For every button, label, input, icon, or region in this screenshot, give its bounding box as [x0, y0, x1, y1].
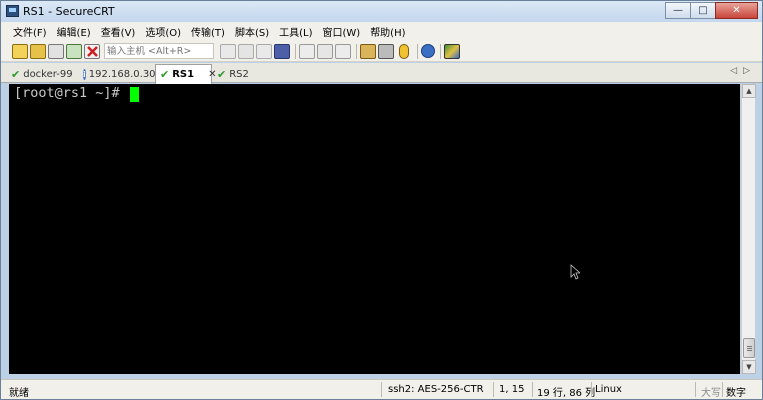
copy-paste-icon[interactable]	[256, 43, 272, 59]
log-session-icon[interactable]	[335, 43, 351, 59]
check-icon: ✔	[217, 67, 227, 81]
tab-label: docker-99	[23, 68, 73, 80]
window-controls: — □ ✕	[665, 2, 758, 19]
tab-scroll-arrows: ◁▷	[730, 66, 756, 76]
thumb-grip	[747, 346, 752, 347]
scroll-down-icon[interactable]: ▼	[742, 360, 756, 374]
menu-script[interactable]: 脚本(S)	[235, 24, 269, 39]
status-separator	[493, 382, 494, 397]
tab-scroll-left-icon[interactable]: ◁	[730, 66, 743, 76]
vertical-scrollbar[interactable]: ▲ ▼	[741, 84, 756, 374]
status-separator	[532, 382, 533, 397]
menu-options[interactable]: 选项(O)	[145, 24, 181, 39]
toolbar-separator	[356, 43, 357, 59]
status-bar: 就绪 ssh2: AES-256-CTR 1, 15 19 行, 86 列 Li…	[1, 379, 762, 399]
reconnect-icon[interactable]	[66, 43, 82, 59]
terminal-cursor	[130, 87, 139, 102]
tab-scroll-right-icon[interactable]: ▷	[743, 66, 756, 76]
connect-in-tab-icon[interactable]	[48, 43, 64, 59]
menu-edit[interactable]: 编辑(E)	[57, 24, 91, 39]
status-separator	[591, 382, 592, 397]
menu-tools[interactable]: 工具(L)	[279, 24, 312, 39]
menu-transfer[interactable]: 传输(T)	[191, 24, 225, 39]
tab-rs2[interactable]: ✔ RS2	[213, 65, 253, 83]
menu-file[interactable]: 文件(F)	[13, 24, 47, 39]
tab-label: RS1	[172, 69, 195, 80]
status-separator	[381, 382, 382, 397]
close-button[interactable]: ✕	[715, 2, 758, 19]
toolbar-separator	[417, 43, 418, 59]
terminal-screen[interactable]: [root@rs1 ~]#	[9, 84, 740, 374]
tab-192-168-0-30[interactable]: i 192.168.0.30	[79, 65, 156, 83]
help-icon[interactable]	[421, 44, 435, 58]
scroll-up-icon[interactable]: ▲	[742, 84, 756, 98]
status-caps-lock: 大写	[701, 388, 721, 399]
mouse-pointer-icon	[570, 264, 580, 280]
status-ready: 就绪	[9, 388, 29, 399]
tab-label: 192.168.0.30	[88, 68, 156, 80]
toolbar-separator	[440, 43, 441, 59]
screen-image-icon[interactable]	[444, 43, 460, 59]
copy-icon[interactable]	[220, 43, 236, 59]
status-os: Linux	[595, 384, 622, 395]
status-cursor-position: 1, 15	[499, 384, 525, 395]
check-icon: ✔	[160, 68, 170, 81]
tab-rs1[interactable]: ✔ RS1 ✕	[155, 64, 216, 84]
status-num-lock: 数字	[726, 388, 746, 399]
print-screen-icon[interactable]	[317, 43, 333, 59]
toolbar-separator	[295, 43, 296, 59]
tab-docker-99[interactable]: ✔ docker-99	[7, 65, 78, 83]
thumb-grip	[747, 348, 752, 349]
status-separator	[722, 382, 723, 397]
print-icon[interactable]	[299, 43, 315, 59]
host-input[interactable]	[104, 43, 214, 59]
key-manager-icon[interactable]	[399, 43, 409, 59]
disconnect-icon[interactable]	[84, 43, 100, 59]
menu-view[interactable]: 查看(V)	[101, 24, 136, 39]
securecrt-window: RS1 - SecureCRT — □ ✕ 文件(F) 编辑(E) 查看(V) …	[0, 0, 763, 400]
title-bar[interactable]: RS1 - SecureCRT — □ ✕	[1, 1, 762, 22]
maximize-button[interactable]: □	[690, 2, 716, 19]
window-title: RS1 - SecureCRT	[23, 5, 115, 18]
menu-help[interactable]: 帮助(H)	[370, 24, 405, 39]
securecrt-app-icon[interactable]	[6, 5, 19, 17]
thumb-grip	[747, 350, 752, 351]
global-options-icon[interactable]	[378, 43, 394, 59]
paste-icon[interactable]	[238, 43, 254, 59]
session-options-icon[interactable]	[360, 43, 376, 59]
minimize-button[interactable]: —	[665, 2, 691, 19]
toolbar	[1, 41, 762, 62]
quick-connect-icon[interactable]	[30, 43, 46, 59]
session-tab-bar: ✔ docker-99 i 192.168.0.30 ✔ RS1 ✕ ✔ RS2…	[1, 63, 762, 84]
disconnect-x-glyph	[87, 45, 98, 57]
status-separator	[695, 382, 696, 397]
info-icon: i	[83, 68, 86, 80]
menu-bar: 文件(F) 编辑(E) 查看(V) 选项(O) 传输(T) 脚本(S) 工具(L…	[1, 22, 762, 41]
connect-icon[interactable]	[12, 43, 28, 59]
menu-window[interactable]: 窗口(W)	[322, 24, 360, 39]
status-encryption: ssh2: AES-256-CTR	[388, 384, 484, 395]
status-terminal-size: 19 行, 86 列	[537, 388, 596, 399]
terminal-prompt: [root@rs1 ~]#	[14, 85, 128, 101]
find-icon[interactable]	[274, 43, 290, 59]
check-icon: ✔	[11, 67, 21, 81]
tab-label: RS2	[229, 68, 249, 80]
scroll-thumb[interactable]	[743, 338, 755, 358]
